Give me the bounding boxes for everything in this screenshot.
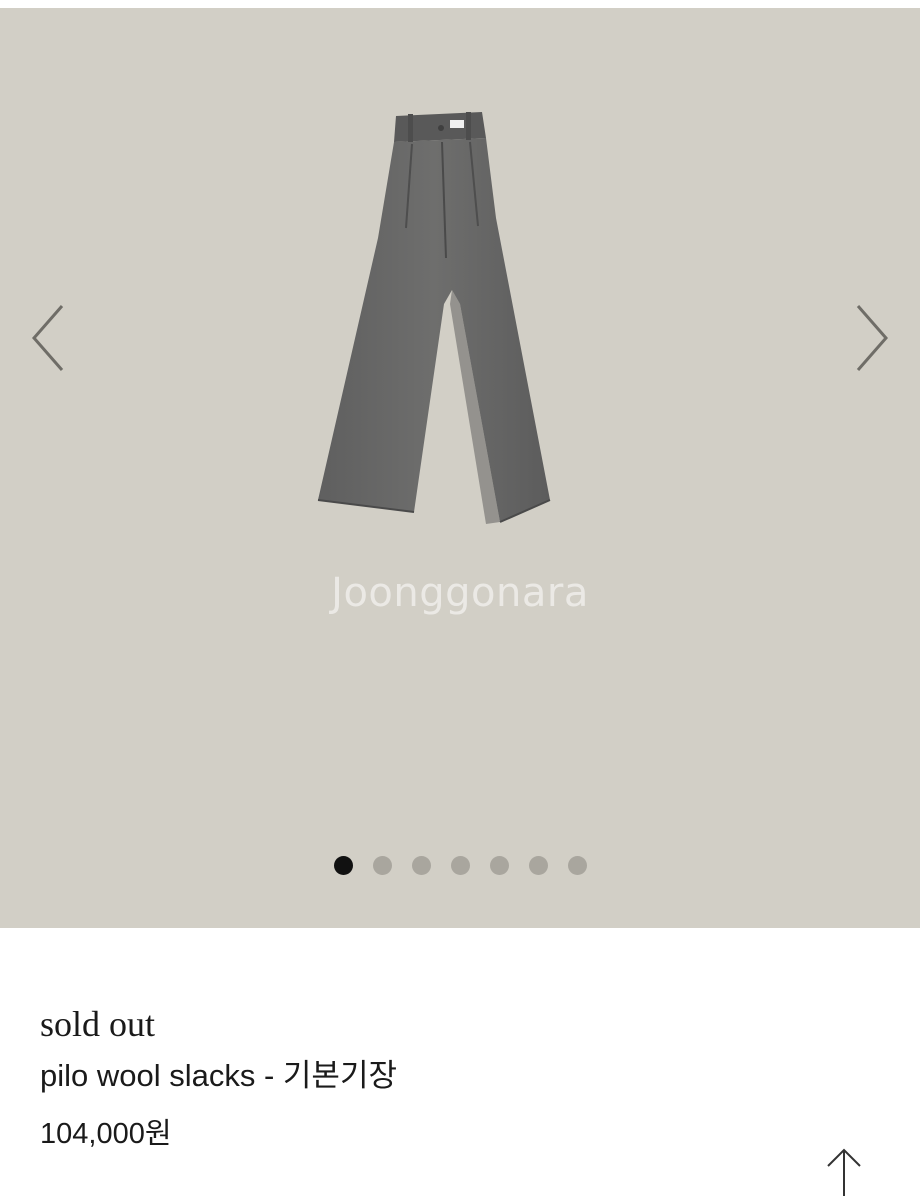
carousel-next-button[interactable] [846, 298, 894, 378]
arrow-up-icon [827, 1148, 861, 1196]
scroll-to-top-button[interactable] [822, 1146, 866, 1196]
carousel-dot-7[interactable] [567, 856, 587, 875]
carousel-dot-1[interactable] [333, 856, 353, 875]
carousel-dot-2[interactable] [372, 856, 392, 875]
carousel-dot-3[interactable] [411, 856, 431, 875]
product-image-carousel[interactable]: Joonggonara [0, 8, 920, 928]
carousel-prev-button[interactable] [26, 298, 74, 378]
carousel-pagination [0, 856, 920, 875]
product-info: sold out pilo wool slacks - 기본기장 104,000… [40, 1000, 880, 1154]
carousel-dot-6[interactable] [528, 856, 548, 875]
sold-out-status: sold out [40, 1004, 156, 1044]
carousel-dot-5[interactable] [489, 856, 509, 875]
watermark: Joonggonara [331, 570, 589, 616]
product-image [310, 108, 610, 538]
product-name[interactable]: pilo wool slacks - 기본기장 [40, 1056, 880, 1096]
chevron-left-icon [32, 305, 64, 371]
chevron-right-icon [856, 305, 888, 371]
top-strip [0, 0, 920, 8]
slacks-illustration [317, 112, 551, 524]
carousel-dot-4[interactable] [450, 856, 470, 875]
product-price: 104,000원 [40, 1118, 172, 1150]
